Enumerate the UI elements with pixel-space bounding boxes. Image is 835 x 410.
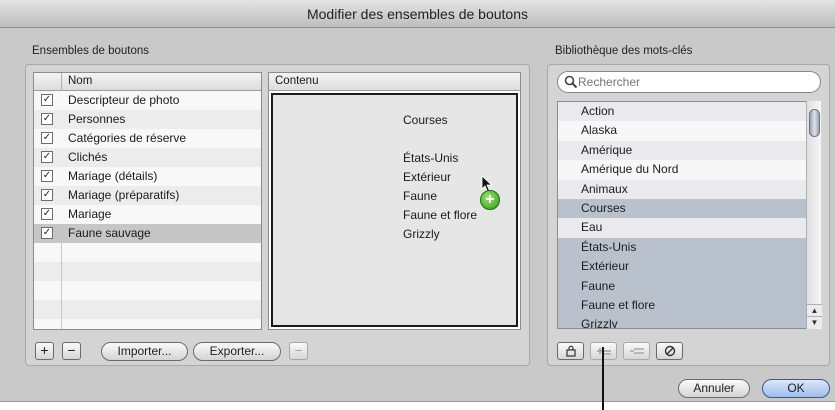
keyword-row[interactable]: Animaux [558, 179, 820, 199]
button-sets-label: Ensembles de boutons [32, 45, 149, 57]
stop-button[interactable] [656, 342, 683, 360]
keyword-row[interactable]: Faune [558, 276, 820, 296]
keyword-row[interactable]: Courses [558, 198, 820, 219]
keyword-row[interactable]: États-Unis [558, 237, 820, 258]
keyword-row[interactable]: Amérique du Nord [558, 160, 820, 180]
lock-button[interactable] [557, 342, 584, 360]
set-checkbox[interactable]: ✓ [41, 227, 53, 239]
keyword-row[interactable]: Alaska [558, 121, 820, 141]
contents-header: Contenu [269, 73, 520, 91]
set-checkbox[interactable]: ✓ [41, 189, 53, 201]
magnifier-icon [564, 75, 578, 89]
button-set-row[interactable]: ✓ Mariage (préparatifs) [34, 186, 261, 205]
column-name-header[interactable]: Nom [68, 75, 92, 87]
set-label: Personnes [68, 112, 126, 126]
set-checkbox[interactable]: ✓ [41, 208, 53, 220]
set-checkbox[interactable]: ✓ [41, 94, 53, 106]
remove-set-button[interactable]: − [62, 342, 81, 360]
green-plus-badge-icon: + [480, 190, 500, 210]
lock-icon [565, 345, 576, 357]
add-set-button[interactable]: + [35, 342, 54, 360]
button-sets-table: Nom ✓ Descripteur de photo ✓ Personnes ✓ Caté… [33, 72, 262, 330]
remove-keyword-button[interactable]: − [289, 342, 308, 360]
set-label: Mariage (détails) [68, 169, 158, 183]
keyword-list: Action Alaska Amérique Amérique du Nord Anim… [557, 101, 821, 329]
set-checkbox[interactable]: ✓ [41, 113, 53, 125]
contents-drop-zone[interactable]: Courses États-Unis Extérieur Faune Faune et … [271, 93, 518, 327]
button-set-row[interactable]: ✓ Mariage (détails) [34, 167, 261, 186]
button-set-row[interactable]: ✓ Clichés [34, 148, 261, 167]
set-label: Mariage (préparatifs) [68, 188, 180, 202]
stop-icon [664, 345, 675, 357]
sets-table-header: Nom [34, 73, 261, 91]
keyword-scrollbar[interactable]: ▲ ▼ [806, 101, 822, 329]
add-keyword-alt-icon [629, 348, 644, 354]
ok-button[interactable]: OK [762, 379, 830, 398]
edit-button-sets-dialog: Modifier des ensembles de boutons Ensemb… [0, 0, 835, 402]
set-label: Clichés [68, 150, 108, 164]
button-set-row[interactable]: ✓ Catégories de réserve [34, 129, 261, 148]
keyword-row[interactable]: Amérique [558, 140, 820, 161]
set-checkbox[interactable]: ✓ [41, 170, 53, 182]
import-button[interactable]: Importer... [101, 342, 188, 361]
button-set-row[interactable]: ✓ Mariage [34, 205, 261, 224]
cancel-button[interactable]: Annuler [678, 379, 750, 398]
empty-row [34, 281, 261, 300]
add-subkeyword-button[interactable] [623, 342, 650, 360]
content-keyword[interactable]: Faune et flore [403, 208, 477, 222]
keyword-search[interactable] [557, 71, 821, 93]
set-label: Mariage [68, 207, 112, 221]
callout-line [602, 347, 604, 410]
search-input[interactable] [578, 74, 808, 90]
scroll-thumb[interactable] [809, 109, 820, 137]
keyword-row[interactable]: Action [558, 102, 820, 122]
empty-row [34, 243, 261, 262]
content-keyword[interactable]: Courses [403, 113, 448, 127]
button-set-row[interactable]: ✓ Descripteur de photo [34, 91, 261, 110]
dialog-title: Modifier des ensembles de boutons [0, 0, 835, 28]
keyword-row[interactable]: Extérieur [558, 257, 820, 277]
keyword-row[interactable]: Grizzly [558, 315, 820, 328]
set-label: Descripteur de photo [68, 93, 180, 107]
button-set-row[interactable]: ✓ Personnes [34, 110, 261, 129]
set-checkbox[interactable]: ✓ [41, 151, 53, 163]
set-label: Catégories de réserve [68, 131, 187, 145]
export-button[interactable]: Exporter... [193, 342, 281, 361]
content-keyword[interactable]: Grizzly [403, 227, 440, 241]
content-keyword[interactable]: États-Unis [403, 151, 458, 165]
keyword-library-label: Bibliothèque des mots-clés [555, 45, 693, 57]
scroll-down-arrow[interactable]: ▼ [807, 316, 822, 328]
button-set-row[interactable]: ✓ Faune sauvage [34, 224, 261, 243]
set-checkbox[interactable]: ✓ [41, 132, 53, 144]
empty-row [34, 300, 261, 319]
empty-row [34, 319, 261, 329]
keyword-row[interactable]: Faune et flore [558, 295, 820, 316]
empty-row [34, 262, 261, 281]
keyword-row[interactable]: Eau [558, 218, 820, 238]
content-keyword[interactable]: Extérieur [403, 170, 451, 184]
content-keyword[interactable]: Faune [403, 189, 437, 203]
scroll-up-arrow[interactable]: ▲ [807, 304, 822, 316]
set-label: Faune sauvage [68, 226, 151, 240]
sets-list: ✓ Descripteur de photo ✓ Personnes ✓ Catégori… [34, 91, 261, 329]
